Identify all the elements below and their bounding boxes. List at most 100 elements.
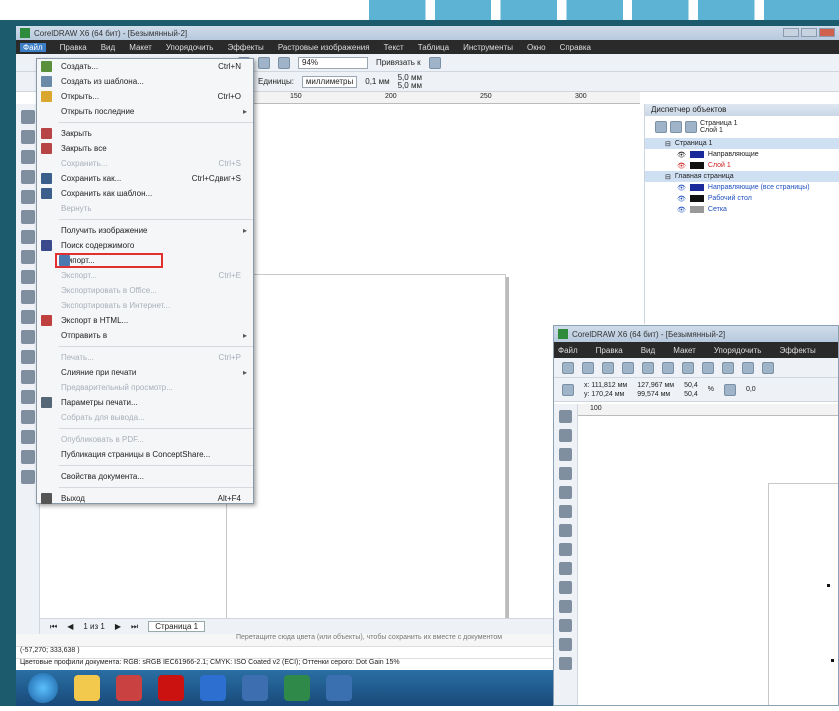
file-menu-item[interactable]: Открыть... Ctrl+O bbox=[37, 89, 253, 104]
import-icon[interactable] bbox=[762, 361, 774, 374]
start-button[interactable] bbox=[28, 673, 58, 703]
object-origin-icon[interactable] bbox=[562, 383, 574, 396]
pos-y-field[interactable]: y: 170,24 мм bbox=[584, 390, 627, 399]
file-menu-item[interactable]: Закрыть все bbox=[37, 141, 253, 156]
tool-icon[interactable] bbox=[559, 448, 572, 461]
tool-icon[interactable] bbox=[559, 619, 572, 632]
taskbar-app-icon[interactable] bbox=[326, 675, 352, 701]
tool-icon[interactable] bbox=[21, 190, 35, 204]
first-page-icon[interactable]: ⏮ bbox=[50, 622, 57, 632]
tool-icon[interactable] bbox=[21, 390, 35, 404]
menu-item[interactable]: Растровые изображения bbox=[278, 43, 370, 52]
height-field[interactable]: 99,574 мм bbox=[637, 390, 674, 399]
new-icon[interactable] bbox=[562, 361, 574, 374]
lock-ratio-icon[interactable] bbox=[723, 383, 736, 396]
scale-y-field[interactable]: 50,4 bbox=[684, 390, 698, 399]
tool-icon[interactable] bbox=[21, 110, 35, 124]
copy-icon[interactable] bbox=[662, 361, 674, 374]
options-icon[interactable] bbox=[428, 56, 441, 69]
tool-icon[interactable] bbox=[21, 170, 35, 184]
taskbar-app-icon[interactable] bbox=[116, 675, 142, 701]
eye-icon[interactable]: 👁 bbox=[677, 162, 686, 170]
tool-icon[interactable] bbox=[21, 410, 35, 424]
tool-icon[interactable] bbox=[21, 290, 35, 304]
save-icon[interactable] bbox=[602, 361, 614, 374]
open-icon[interactable] bbox=[582, 361, 594, 374]
node-dot[interactable] bbox=[831, 659, 834, 662]
show-properties-icon[interactable] bbox=[655, 121, 667, 133]
tool-icon[interactable] bbox=[21, 150, 35, 164]
object-tree-row[interactable]: 👁 Направляющие (все страницы) bbox=[645, 182, 839, 193]
menu-item[interactable]: Файл bbox=[558, 346, 578, 355]
taskbar-app-icon[interactable] bbox=[284, 675, 310, 701]
menu-item[interactable]: Окно bbox=[527, 43, 546, 52]
file-menu-item[interactable]: Свойства документа... bbox=[37, 469, 253, 484]
eye-icon[interactable]: 👁 bbox=[677, 184, 686, 192]
tool-icon[interactable] bbox=[559, 638, 572, 651]
tool-icon[interactable] bbox=[21, 310, 35, 324]
window2-page[interactable] bbox=[768, 483, 838, 705]
menu-item[interactable]: Правка bbox=[596, 346, 623, 355]
tool-icon[interactable] bbox=[559, 581, 572, 594]
zoom-select[interactable]: 94% bbox=[298, 56, 368, 69]
menu-item[interactable]: Макет bbox=[673, 346, 696, 355]
pos-x-field[interactable]: x: 111,812 мм bbox=[584, 381, 627, 390]
tool-icon[interactable] bbox=[21, 210, 35, 224]
next-page-icon[interactable]: ▶ bbox=[115, 622, 121, 631]
tool-icon[interactable] bbox=[21, 370, 35, 384]
file-menu-item[interactable]: Выход Alt+F4 bbox=[37, 491, 253, 506]
file-menu-item[interactable]: Сохранить как шаблон... bbox=[37, 186, 253, 201]
file-menu-item[interactable]: Поиск содержимого bbox=[37, 238, 253, 253]
object-tree-row[interactable]: 👁 Рабочий стол bbox=[645, 193, 839, 204]
last-page-icon[interactable]: ⏭ bbox=[131, 622, 138, 632]
document-page[interactable] bbox=[226, 274, 506, 674]
publish-pdf-icon[interactable] bbox=[278, 56, 290, 69]
tool-icon[interactable] bbox=[559, 505, 572, 518]
rotation-field[interactable]: 0,0 bbox=[746, 386, 756, 393]
menu-item[interactable]: Эффекты bbox=[227, 43, 263, 52]
node-dot[interactable] bbox=[827, 584, 830, 587]
snap-to-dropdown[interactable]: Привязать к bbox=[376, 58, 421, 67]
nudge-field[interactable]: 0,1 мм bbox=[365, 77, 389, 86]
tool-icon[interactable] bbox=[559, 429, 572, 442]
tool-icon[interactable] bbox=[21, 350, 35, 364]
tool-icon[interactable] bbox=[559, 657, 572, 670]
menu-item[interactable]: Упорядочить bbox=[714, 346, 762, 355]
cut-icon[interactable] bbox=[642, 361, 654, 374]
tool-icon[interactable] bbox=[21, 130, 35, 144]
file-menu-item[interactable]: Параметры печати... bbox=[37, 395, 253, 410]
file-menu-item[interactable]: Открыть последние bbox=[37, 104, 253, 119]
edit-across-layers-icon[interactable] bbox=[670, 121, 682, 133]
taskbar-app-icon[interactable] bbox=[242, 675, 268, 701]
collapse-icon[interactable]: ⊟ bbox=[665, 140, 671, 148]
width-field[interactable]: 127,967 мм bbox=[637, 381, 674, 390]
tool-icon[interactable] bbox=[559, 467, 572, 480]
tool-icon[interactable] bbox=[559, 486, 572, 499]
tool-icon[interactable] bbox=[559, 600, 572, 613]
eye-icon[interactable]: 👁 bbox=[677, 151, 686, 159]
prev-page-icon[interactable]: ◀ bbox=[67, 622, 73, 631]
object-tree-row[interactable]: 👁 Слой 1 bbox=[645, 160, 839, 171]
tool-icon[interactable] bbox=[21, 470, 35, 484]
file-menu-item[interactable]: Получить изображение bbox=[37, 223, 253, 238]
export-toolbar-icon[interactable] bbox=[258, 56, 270, 69]
eye-icon[interactable]: 👁 bbox=[677, 195, 686, 203]
tool-icon[interactable] bbox=[559, 562, 572, 575]
maximize-button[interactable] bbox=[801, 28, 817, 37]
menu-item[interactable]: Инструменты bbox=[463, 43, 513, 52]
menu-item[interactable]: Справка bbox=[560, 43, 591, 52]
tool-icon[interactable] bbox=[21, 250, 35, 264]
search-icon[interactable] bbox=[742, 361, 754, 374]
menu-item[interactable]: Правка bbox=[60, 43, 87, 52]
object-tree-row[interactable]: 👁 Направляющие bbox=[645, 149, 839, 160]
tool-icon[interactable] bbox=[559, 543, 572, 556]
object-tree-row[interactable]: 👁 Сетка bbox=[645, 204, 839, 215]
eye-icon[interactable]: 👁 bbox=[677, 206, 686, 214]
menu-item[interactable]: Упорядочить bbox=[166, 43, 214, 52]
taskbar-app-icon[interactable] bbox=[158, 675, 184, 701]
menu-item[interactable]: Таблица bbox=[418, 43, 449, 52]
window2-ruler[interactable]: 100 bbox=[578, 404, 838, 416]
tool-icon[interactable] bbox=[559, 410, 572, 423]
file-menu-item[interactable]: Отправить в bbox=[37, 328, 253, 343]
menu-item[interactable]: Макет bbox=[129, 43, 152, 52]
